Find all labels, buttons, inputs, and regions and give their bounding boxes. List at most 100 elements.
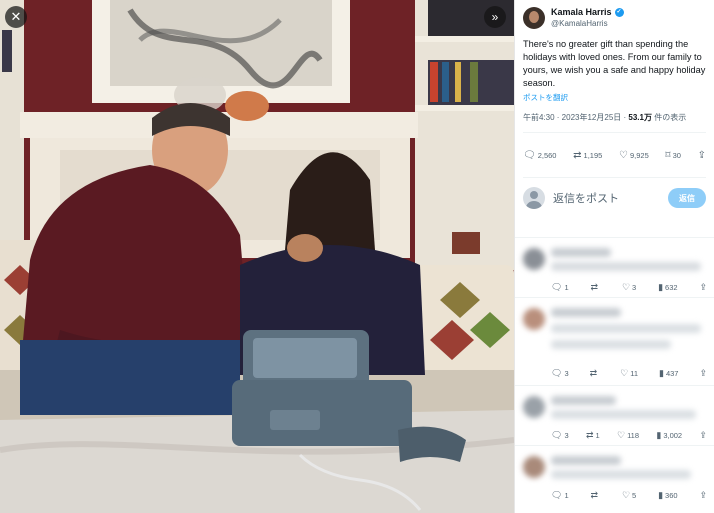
reply-repost-button[interactable]: ⇄ 1 [586, 430, 600, 441]
user-avatar [523, 187, 545, 209]
reply-actions: 🗨 1 ⇄ ♡ 5 ▮ 360 ⇪ [551, 490, 707, 501]
reply-avatar [523, 456, 545, 478]
bookmark-icon: ⌑ [665, 149, 671, 161]
post-author[interactable]: Kamala Harris ✓ @KamalaHarris [515, 0, 714, 30]
post-photo[interactable]: ✕ » [0, 0, 514, 513]
share-button[interactable]: ⇪ [698, 150, 706, 161]
reply-icon: 🗨 [551, 368, 563, 378]
like-count: 3 [632, 283, 637, 292]
share-icon: ⇪ [699, 368, 707, 378]
blurred-text [551, 470, 691, 479]
reply-views[interactable]: ▮ 632 [658, 282, 677, 293]
reply-icon: 🗨 [551, 490, 563, 500]
post-text: There's no greater gift than spending th… [523, 39, 706, 88]
reply-submit-button[interactable]: 返信 [668, 188, 706, 208]
reply-like-button[interactable]: ♡ 3 [622, 282, 636, 293]
reply-actions: 🗨 3 ⇄ ♡ 11 ▮ 437 ⇪ [551, 368, 707, 379]
author-avatar[interactable] [523, 7, 545, 29]
repost-icon: ⇄ [573, 149, 582, 161]
share-icon: ⇪ [697, 149, 706, 161]
repost-icon: ⇄ [585, 430, 594, 440]
view-count: 632 [665, 283, 678, 292]
analytics-icon: ▮ [658, 490, 664, 500]
reply-item[interactable]: 🗨 3 ⇄ ♡ 11 ▮ 437 ⇪ [515, 297, 714, 385]
blurred-text [551, 396, 616, 405]
heart-icon: ♡ [619, 149, 628, 161]
like-button[interactable]: ♡ 9,925 [619, 150, 649, 161]
views-count: 53.1万 [628, 113, 652, 122]
author-info: Kamala Harris ✓ @KamalaHarris [551, 7, 624, 29]
reply-repost-button[interactable]: ⇄ [590, 368, 600, 379]
analytics-icon: ▮ [656, 430, 662, 440]
reply-share-button[interactable]: ⇪ [699, 282, 707, 293]
reply-views[interactable]: ▮ 3,002 [656, 430, 682, 441]
blurred-text [551, 308, 621, 317]
reply-like-button[interactable]: ♡ 118 [617, 430, 639, 441]
translate-post-link[interactable]: ポストを翻訳 [515, 90, 714, 103]
reply-count: 3 [564, 369, 569, 378]
reply-input[interactable]: 返信をポスト [553, 190, 668, 206]
heart-icon: ♡ [620, 368, 629, 378]
like-count: 118 [627, 431, 640, 440]
blurred-text [551, 324, 701, 333]
reply-composer: 返信をポスト 返信 [515, 178, 714, 218]
reply-item[interactable]: 🗨 1 ⇄ ♡ 5 ▮ 360 ⇪ [515, 445, 714, 513]
post-timestamp[interactable]: 午前4:30 · 2023年12月25日 · [523, 113, 628, 122]
reply-button[interactable]: 🗨 2,560 [523, 150, 556, 161]
heart-icon: ♡ [621, 490, 631, 500]
close-button[interactable]: ✕ [5, 6, 27, 28]
reply-repost-button[interactable]: ⇄ [591, 282, 601, 293]
view-count: 3,002 [663, 431, 683, 440]
bookmark-button[interactable]: ⌑ 30 [665, 150, 680, 161]
view-count: 437 [665, 369, 679, 378]
analytics-icon: ▮ [658, 282, 664, 292]
reply-reply-button[interactable]: 🗨 1 [551, 490, 569, 501]
repost-button[interactable]: ⇄ 1,195 [573, 150, 602, 161]
reply-actions: 🗨 3 ⇄ 1 ♡ 118 ▮ 3,002 ⇪ [551, 430, 707, 441]
reply-reply-button[interactable]: 🗨 3 [551, 430, 569, 441]
reply-like-button[interactable]: ♡ 5 [622, 490, 636, 501]
reply-avatar [523, 248, 545, 270]
share-icon: ⇪ [699, 430, 707, 440]
author-handle[interactable]: @KamalaHarris [551, 18, 624, 29]
reply-repost-button[interactable]: ⇄ [591, 490, 601, 501]
like-count: 5 [632, 491, 637, 500]
post-detail-panel: Kamala Harris ✓ @KamalaHarris There's no… [514, 0, 714, 513]
reply-item[interactable]: 🗨 3 ⇄ 1 ♡ 118 ▮ 3,002 ⇪ [515, 385, 714, 445]
bookmark-count: 30 [672, 150, 681, 160]
blurred-text [551, 340, 671, 349]
heart-icon: ♡ [616, 430, 626, 440]
reply-item[interactable]: 🗨 1 ⇄ ♡ 3 ▮ 632 ⇪ [515, 237, 714, 297]
photo-scene [0, 0, 514, 513]
post-meta: 午前4:30 · 2023年12月25日 · 53.1万 件の表示 [515, 103, 714, 124]
blurred-text [551, 248, 611, 257]
expand-icon: » [491, 10, 499, 24]
blurred-text [551, 262, 701, 271]
reply-avatar [523, 308, 545, 330]
reply-icon: 🗨 [551, 282, 563, 292]
reply-share-button[interactable]: ⇪ [699, 368, 707, 379]
reply-count: 3 [564, 431, 569, 440]
repost-icon: ⇄ [590, 282, 599, 292]
share-icon: ⇪ [699, 282, 707, 292]
reply-share-button[interactable]: ⇪ [699, 490, 707, 501]
post-metrics: 🗨 2,560 ⇄ 1,195 ♡ 9,925 ⌑ 30 ⇪ [515, 133, 714, 177]
reply-views[interactable]: ▮ 437 [659, 368, 678, 379]
blurred-text [551, 410, 696, 419]
reply-reply-button[interactable]: 🗨 1 [551, 282, 569, 293]
reply-actions: 🗨 1 ⇄ ♡ 3 ▮ 632 ⇪ [551, 282, 707, 293]
author-name[interactable]: Kamala Harris [551, 7, 612, 18]
close-icon: ✕ [10, 9, 22, 24]
repost-count: 1,195 [583, 150, 603, 160]
repost-icon: ⇄ [590, 490, 599, 500]
views-label: 件の表示 [651, 113, 687, 122]
reply-like-button[interactable]: ♡ 11 [620, 368, 638, 379]
reply-reply-button[interactable]: 🗨 3 [551, 368, 569, 379]
reply-icon: 🗨 [523, 149, 536, 161]
reply-count: 1 [564, 491, 569, 500]
reply-views[interactable]: ▮ 360 [658, 490, 677, 501]
reply-share-button[interactable]: ⇪ [699, 430, 707, 441]
analytics-icon: ▮ [658, 368, 664, 378]
repost-icon: ⇄ [589, 368, 598, 378]
expand-button[interactable]: » [484, 6, 506, 28]
